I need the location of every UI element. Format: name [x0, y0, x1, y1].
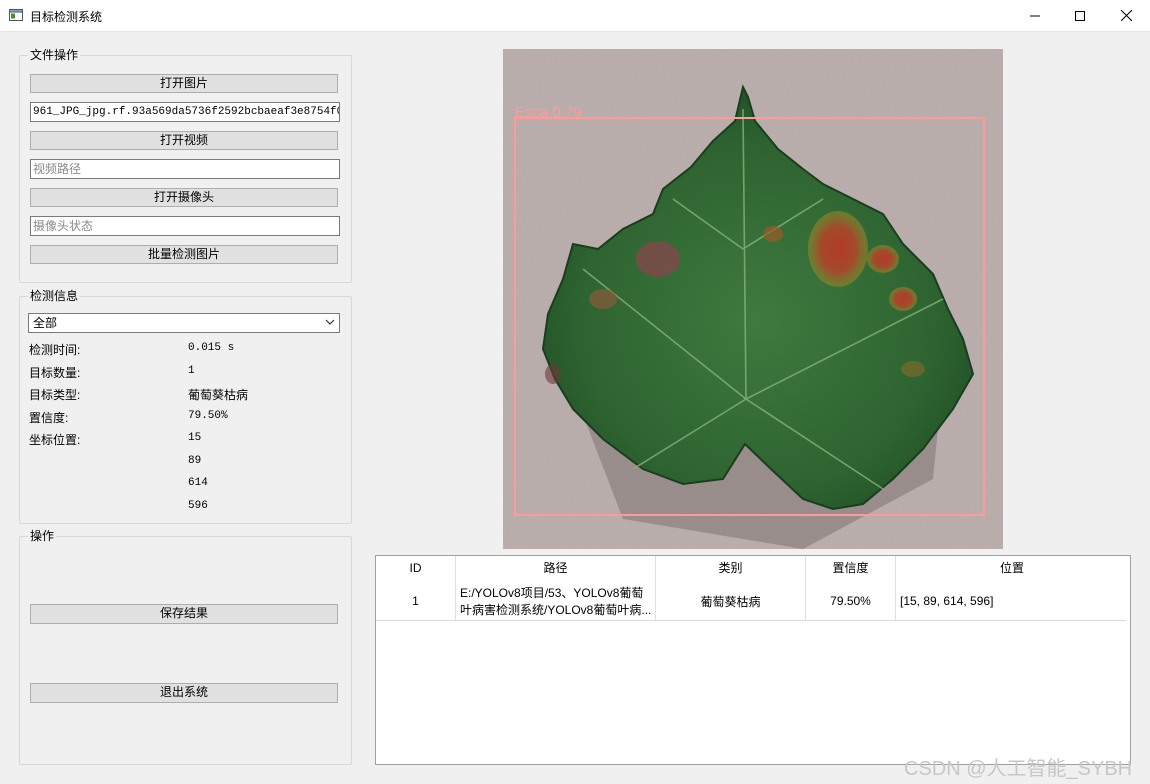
count-label: 目标数量: [29, 366, 81, 380]
watermark: CSDN @人工智能_SYBH [904, 758, 1133, 780]
save-result-button[interactable]: 保存结果 [30, 604, 338, 624]
col-header-position[interactable]: 位置 [896, 556, 1128, 581]
detection-image: Esca 0.79 [503, 49, 1003, 549]
app-icon [9, 9, 23, 21]
col-header-path[interactable]: 路径 [456, 556, 656, 581]
detect-info-group: 检测信息 全部 检测时间: 0.015 s 目标数量: 1 目标类型: 葡萄葵枯… [19, 289, 352, 524]
image-path-field[interactable]: 961_JPG_jpg.rf.93a569da5736f2592bcbaeaf3… [30, 102, 340, 122]
file-ops-group: 文件操作 打开图片 961_JPG_jpg.rf.93a569da5736f25… [19, 48, 352, 283]
chevron-down-icon [325, 319, 335, 325]
minimize-button[interactable] [1012, 0, 1058, 31]
minimize-icon [1030, 15, 1040, 16]
results-table[interactable]: ID 路径 类别 置信度 位置 1 E:/YOLOv8项目/53、YOLOv8葡… [375, 555, 1131, 765]
title-bar: 目标检测系统 [0, 0, 1150, 32]
cell-path-line2: 叶病害检测系统/YOLOv8葡萄叶病... [460, 603, 652, 617]
camera-status-field[interactable]: 摄像头状态 [30, 216, 340, 236]
exit-button[interactable]: 退出系统 [30, 683, 338, 703]
xmin-value: 15 [188, 432, 202, 444]
pos-label: 坐标位置: [29, 433, 81, 447]
time-value: 0.015 s [188, 342, 235, 354]
col-header-id[interactable]: ID [376, 556, 456, 581]
ymin-value: 89 [188, 455, 202, 467]
maximize-button[interactable] [1057, 0, 1103, 31]
video-path-field[interactable]: 视频路径 [30, 159, 340, 179]
maximize-icon [1075, 10, 1085, 21]
detect-info-title: 检测信息 [28, 289, 81, 303]
target-select-value: 全部 [33, 316, 58, 330]
cell-id[interactable]: 1 [376, 581, 456, 621]
count-value: 1 [188, 365, 195, 377]
open-video-button[interactable]: 打开视频 [30, 131, 338, 150]
cell-category[interactable]: 葡萄葵枯病 [656, 581, 806, 621]
window-title: 目标检测系统 [30, 10, 103, 24]
conf-label: 置信度: [29, 411, 69, 425]
file-ops-title: 文件操作 [28, 48, 81, 62]
row-divider [376, 620, 1126, 621]
open-image-button[interactable]: 打开图片 [30, 74, 338, 93]
leaf-image: Esca 0.79 [503, 49, 1003, 549]
cell-path[interactable]: E:/YOLOv8项目/53、YOLOv8葡萄 叶病害检测系统/YOLOv8葡萄… [456, 581, 656, 621]
target-select[interactable]: 全部 [28, 313, 340, 333]
cell-position[interactable]: [15, 89, 614, 596] [896, 581, 1128, 621]
type-value: 葡萄葵枯病 [188, 388, 249, 402]
close-button[interactable] [1103, 0, 1149, 31]
conf-value: 79.50% [188, 410, 228, 422]
open-camera-button[interactable]: 打开摄像头 [30, 188, 338, 207]
close-icon [1120, 10, 1132, 21]
ymax-value: 596 [188, 500, 208, 512]
cell-confidence[interactable]: 79.50% [806, 581, 896, 621]
col-header-category[interactable]: 类别 [656, 556, 806, 581]
detection-label: Esca 0.79 [515, 104, 582, 121]
ops-group: 操作 保存结果 退出系统 [19, 529, 352, 765]
time-label: 检测时间: [29, 343, 81, 357]
col-header-confidence[interactable]: 置信度 [806, 556, 896, 581]
cell-path-line1: E:/YOLOv8项目/53、YOLOv8葡萄 [460, 586, 644, 600]
xmax-value: 614 [188, 477, 208, 489]
batch-detect-button[interactable]: 批量检测图片 [30, 245, 338, 264]
type-label: 目标类型: [29, 388, 81, 402]
ops-title: 操作 [28, 529, 57, 543]
